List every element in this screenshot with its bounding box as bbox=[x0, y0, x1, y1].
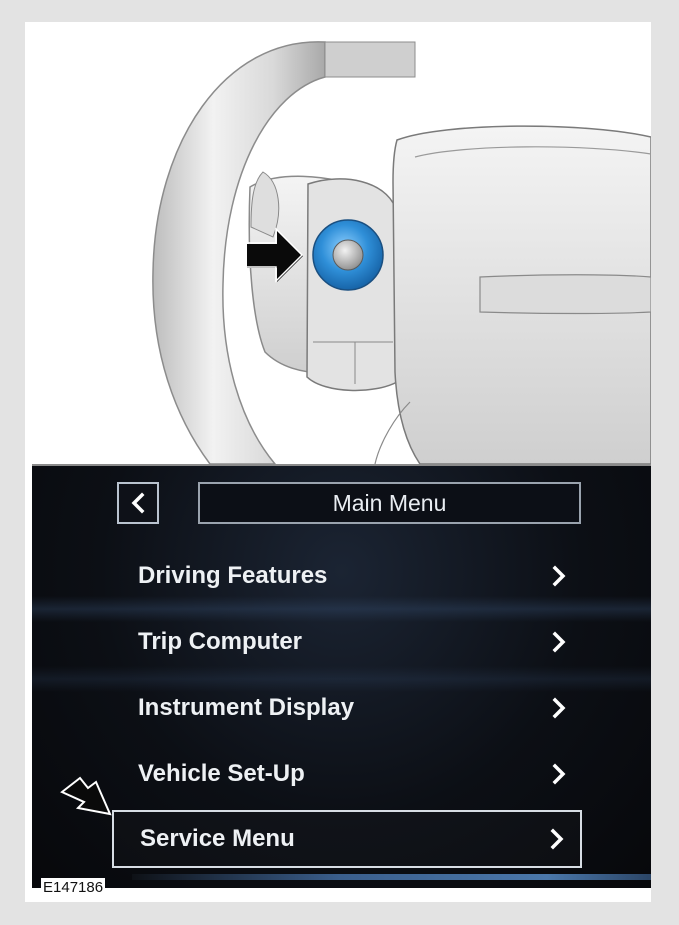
menu-title: Main Menu bbox=[332, 489, 447, 516]
chevron-left-icon bbox=[131, 492, 145, 514]
chevron-right-icon bbox=[552, 763, 566, 785]
steering-wheel-illustration bbox=[25, 22, 651, 464]
menu-item-instrument-display[interactable]: Instrument Display bbox=[112, 682, 582, 734]
menu-item-label: Service Menu bbox=[140, 825, 295, 852]
back-button[interactable] bbox=[117, 482, 159, 524]
menu-item-vehicle-set-up[interactable]: Vehicle Set-Up bbox=[112, 748, 582, 800]
menu-item-label: Vehicle Set-Up bbox=[138, 760, 305, 787]
pointer-arrow-icon bbox=[60, 776, 112, 816]
chevron-right-icon bbox=[550, 828, 564, 850]
chevron-right-icon bbox=[552, 631, 566, 653]
menu-title-bar: Main Menu bbox=[198, 482, 581, 524]
instrument-display-screen: Main Menu Driving Features Trip Computer… bbox=[32, 466, 651, 888]
chevron-right-icon bbox=[552, 697, 566, 719]
steering-wheel-drawing bbox=[152, 41, 651, 464]
menu-item-trip-computer[interactable]: Trip Computer bbox=[112, 616, 582, 668]
figure-card: Main Menu Driving Features Trip Computer… bbox=[25, 22, 651, 902]
menu-item-driving-features[interactable]: Driving Features bbox=[112, 550, 582, 602]
menu-item-service-menu[interactable]: Service Menu bbox=[112, 810, 582, 868]
menu-item-label: Trip Computer bbox=[138, 628, 303, 655]
screen-bottom-bar bbox=[132, 874, 651, 880]
figure-reference: E147186 bbox=[41, 878, 106, 898]
menu-item-label: Driving Features bbox=[138, 562, 328, 589]
menu-item-label: Instrument Display bbox=[138, 694, 355, 721]
chevron-right-icon bbox=[552, 565, 566, 587]
